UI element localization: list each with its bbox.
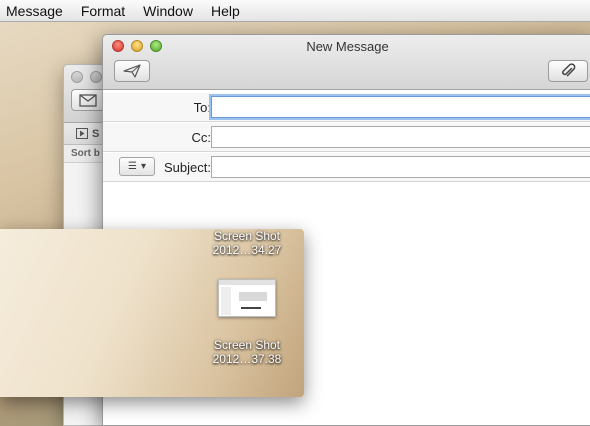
stack-popup: Screen Shot 2012…34.27 Screen Shot 2012…… bbox=[0, 229, 304, 397]
header-format-dropdown[interactable]: ☰ ▾ bbox=[119, 157, 155, 176]
subject-row: ☰ ▾ Subject: bbox=[103, 153, 590, 182]
play-box-icon bbox=[76, 128, 88, 139]
menu-help[interactable]: Help bbox=[202, 0, 249, 22]
envelope-icon bbox=[79, 93, 97, 107]
mailbox-tab-label[interactable]: S bbox=[92, 128, 99, 140]
file-2-name-line1: Screen Shot bbox=[213, 338, 281, 352]
file-1-name-line2: 2012…34.27 bbox=[212, 243, 282, 257]
attach-button[interactable] bbox=[548, 60, 588, 82]
stack-file-1-label[interactable]: Screen Shot 2012…34.27 bbox=[192, 229, 302, 257]
list-format-icon: ☰ bbox=[128, 161, 137, 172]
compose-button[interactable] bbox=[71, 89, 105, 111]
inactive-minimize-button[interactable] bbox=[90, 71, 102, 83]
cc-label: Cc: bbox=[191, 130, 212, 145]
compose-titlebar: New Message bbox=[103, 35, 590, 90]
menu-window[interactable]: Window bbox=[134, 0, 202, 22]
file-2-name-line2: 2012…37.38 bbox=[212, 352, 282, 366]
cc-row: Cc: bbox=[103, 123, 590, 152]
sort-label: Sort b bbox=[71, 148, 100, 159]
paperclip-icon bbox=[562, 63, 576, 77]
paper-plane-icon bbox=[123, 64, 141, 78]
menu-bar: Message Format Window Help bbox=[0, 0, 590, 22]
send-button[interactable] bbox=[114, 60, 150, 82]
file-1-name-line1: Screen Shot bbox=[213, 229, 281, 243]
menu-message[interactable]: Message bbox=[0, 0, 72, 22]
subject-field[interactable] bbox=[211, 156, 590, 178]
chevron-down-icon: ▾ bbox=[140, 161, 146, 172]
inactive-close-button[interactable] bbox=[71, 71, 83, 83]
menu-format[interactable]: Format bbox=[72, 0, 134, 22]
subject-label: Subject: bbox=[164, 160, 211, 175]
to-label: To: bbox=[193, 100, 211, 115]
screenshot-thumbnail[interactable] bbox=[218, 279, 276, 317]
stack-file-2-label[interactable]: Screen Shot 2012…37.38 bbox=[192, 338, 302, 366]
cc-field[interactable] bbox=[211, 126, 590, 148]
to-row: To: bbox=[103, 93, 590, 122]
to-field[interactable] bbox=[211, 96, 590, 118]
window-title: New Message bbox=[306, 39, 389, 54]
